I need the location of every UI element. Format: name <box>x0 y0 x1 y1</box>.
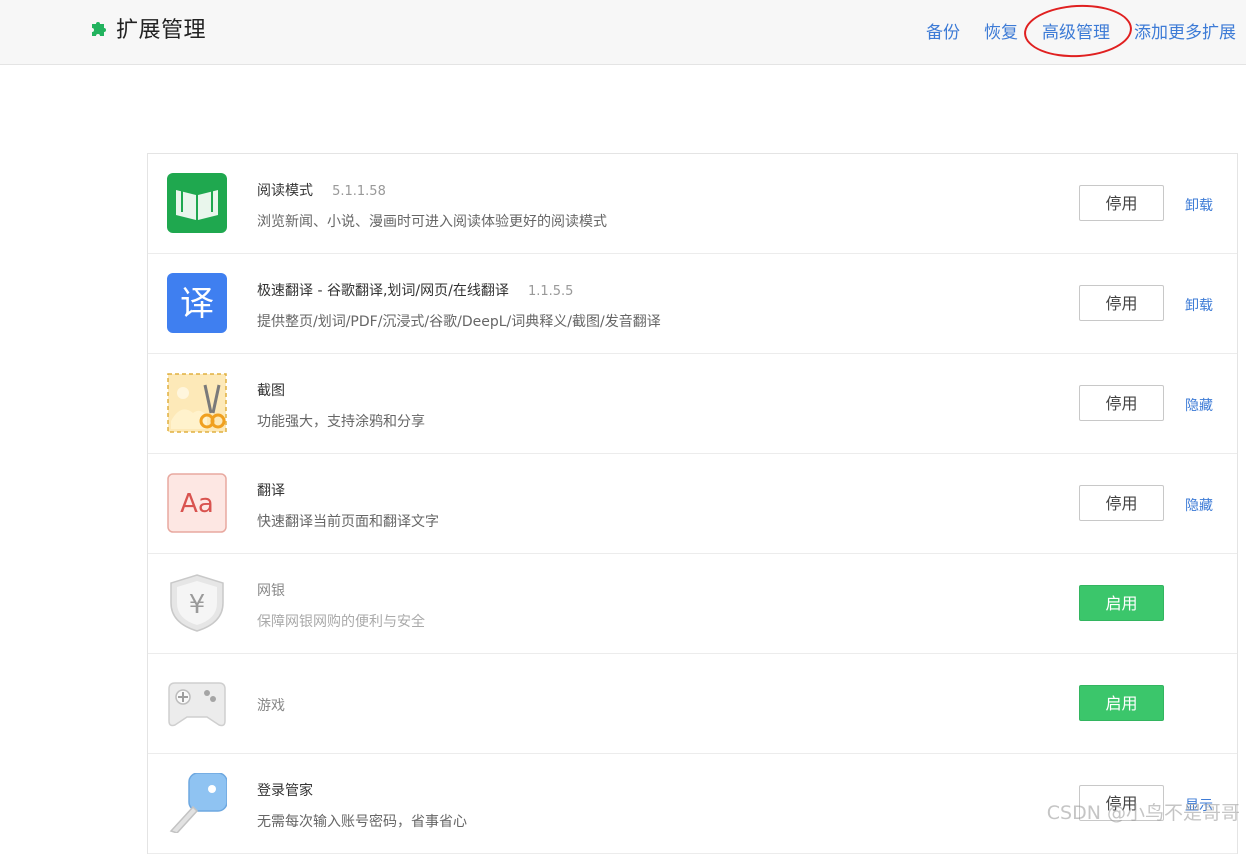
translate-glyph: 译 <box>180 284 214 324</box>
reading-mode-book-icon <box>167 173 227 233</box>
disable-button[interactable]: 停用 <box>1079 285 1164 321</box>
page-title: 扩展管理 <box>116 18 207 43</box>
translate-aa-glyph: Aa <box>180 489 214 519</box>
extension-title: 网银 <box>257 580 285 600</box>
extension-description: 无需每次输入账号密码，省事省心 <box>257 814 467 830</box>
top-header: 扩展管理 备份 恢复 高级管理 添加更多扩展 <box>0 0 1246 65</box>
uninstall-link[interactable]: 卸载 <box>1185 195 1213 215</box>
header-nav: 备份 恢复 高级管理 添加更多扩展 <box>926 2 1236 60</box>
extension-name: 阅读模式 <box>257 183 313 199</box>
enable-button[interactable]: 启用 <box>1079 685 1164 721</box>
extension-list: 阅读模式 5.1.1.58 浏览新闻、小说、漫画时可进入阅读体验更好的阅读模式 … <box>147 153 1238 854</box>
uninstall-link[interactable]: 卸载 <box>1185 295 1213 315</box>
extension-title: 游戏 <box>257 695 285 715</box>
add-more-extensions-link[interactable]: 添加更多扩展 <box>1134 18 1236 43</box>
extension-name: 登录管家 <box>257 783 313 799</box>
extension-title: 登录管家 <box>257 780 313 800</box>
watermark: CSDN @小鸟不是哥哥 <box>1046 802 1240 824</box>
extension-row-fast-translate: 译 极速翻译 - 谷歌翻译,划词/网页/在线翻译 1.1.5.5 提供整页/划词… <box>148 254 1237 354</box>
extension-description: 提供整页/划词/PDF/沉浸式/谷歌/DeepL/词典释义/截图/发音翻译 <box>257 314 661 330</box>
extension-version: 1.1.5.5 <box>527 284 574 299</box>
screenshot-scissors-icon <box>167 373 227 433</box>
extension-title: 阅读模式 5.1.1.58 <box>257 180 386 200</box>
advanced-manage-link[interactable]: 高级管理 <box>1022 2 1134 60</box>
extension-row-translate: Aa 翻译 快速翻译当前页面和翻译文字 停用 隐藏 <box>148 454 1237 554</box>
key-icon <box>169 773 227 833</box>
extension-description: 功能强大，支持涂鸦和分享 <box>257 414 425 430</box>
extension-name: 极速翻译 - 谷歌翻译,划词/网页/在线翻译 <box>257 283 509 299</box>
gamepad-icon <box>168 682 226 727</box>
puzzle-piece-icon <box>92 22 106 36</box>
extension-description: 保障网银网购的便利与安全 <box>257 614 425 630</box>
extension-description: 浏览新闻、小说、漫画时可进入阅读体验更好的阅读模式 <box>257 214 607 230</box>
extension-title: 截图 <box>257 380 285 400</box>
hide-link[interactable]: 隐藏 <box>1185 495 1213 515</box>
disable-button[interactable]: 停用 <box>1079 185 1164 221</box>
backup-link[interactable]: 备份 <box>926 18 960 43</box>
disable-button[interactable]: 停用 <box>1079 385 1164 421</box>
translate-aa-icon: Aa <box>167 473 227 533</box>
extension-name: 截图 <box>257 383 285 399</box>
extension-row-online-banking: ¥ 网银 保障网银网购的便利与安全 启用 <box>148 554 1237 654</box>
hide-link[interactable]: 隐藏 <box>1185 395 1213 415</box>
shield-yen-icon: ¥ <box>170 574 224 632</box>
extension-description: 快速翻译当前页面和翻译文字 <box>257 514 439 530</box>
disable-button[interactable]: 停用 <box>1079 485 1164 521</box>
extension-row-screenshot: 截图 功能强大，支持涂鸦和分享 停用 隐藏 <box>148 354 1237 454</box>
restore-link[interactable]: 恢复 <box>984 18 1018 43</box>
enable-button[interactable]: 启用 <box>1079 585 1164 621</box>
extension-name: 游戏 <box>257 698 285 714</box>
extension-name: 网银 <box>257 583 285 599</box>
extension-version: 5.1.1.58 <box>332 184 386 199</box>
extension-row-reading-mode: 阅读模式 5.1.1.58 浏览新闻、小说、漫画时可进入阅读体验更好的阅读模式 … <box>148 154 1237 254</box>
brand: 扩展管理 <box>89 14 207 43</box>
yen-glyph: ¥ <box>189 590 206 620</box>
extension-name: 翻译 <box>257 483 285 499</box>
advanced-manage-label: 高级管理 <box>1042 23 1110 43</box>
translate-icon: 译 <box>167 273 227 333</box>
extension-title: 翻译 <box>257 480 285 500</box>
extension-row-games: 游戏 启用 <box>148 654 1237 754</box>
extension-title: 极速翻译 - 谷歌翻译,划词/网页/在线翻译 1.1.5.5 <box>257 280 573 300</box>
